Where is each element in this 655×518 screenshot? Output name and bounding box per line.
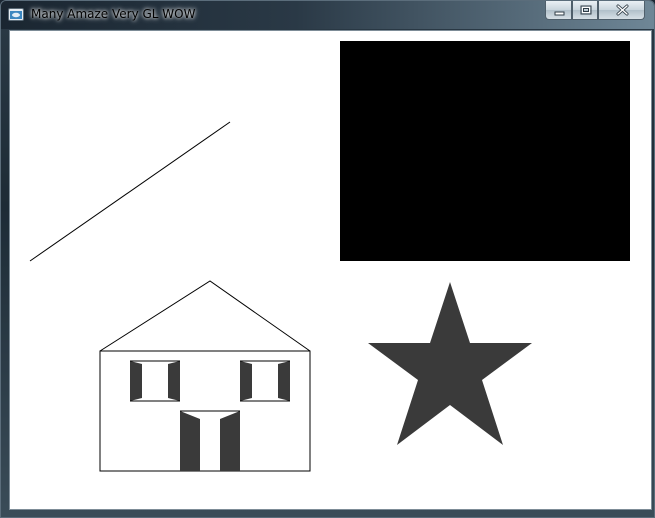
- door-panel: [220, 411, 240, 471]
- gl-scene: [29, 41, 630, 472]
- shutter: [130, 361, 142, 401]
- title-bar[interactable]: Many Amaze Very GL WOW: [1, 1, 654, 29]
- opengl-window-icon: [8, 8, 24, 21]
- shutter: [240, 361, 252, 401]
- gl-canvas-area[interactable]: [9, 30, 652, 510]
- minimize-icon: [554, 11, 565, 16]
- caption-buttons: [545, 1, 651, 21]
- window-title: Many Amaze Very GL WOW: [31, 7, 196, 21]
- app-window: Many Amaze Very GL WOW: [0, 0, 655, 518]
- black-rectangle: [340, 41, 630, 261]
- diagonal-line: [29, 121, 231, 262]
- minimize-button[interactable]: [545, 1, 572, 20]
- door-panel: [180, 411, 200, 471]
- house-drawing: [99, 280, 311, 472]
- shutter: [278, 361, 290, 401]
- maximize-button[interactable]: [572, 1, 598, 20]
- close-icon: [616, 4, 629, 16]
- shutter: [168, 361, 180, 401]
- maximize-icon: [580, 5, 592, 15]
- close-button[interactable]: [598, 1, 645, 20]
- house-roof: [99, 280, 311, 352]
- star-shape: [368, 282, 532, 445]
